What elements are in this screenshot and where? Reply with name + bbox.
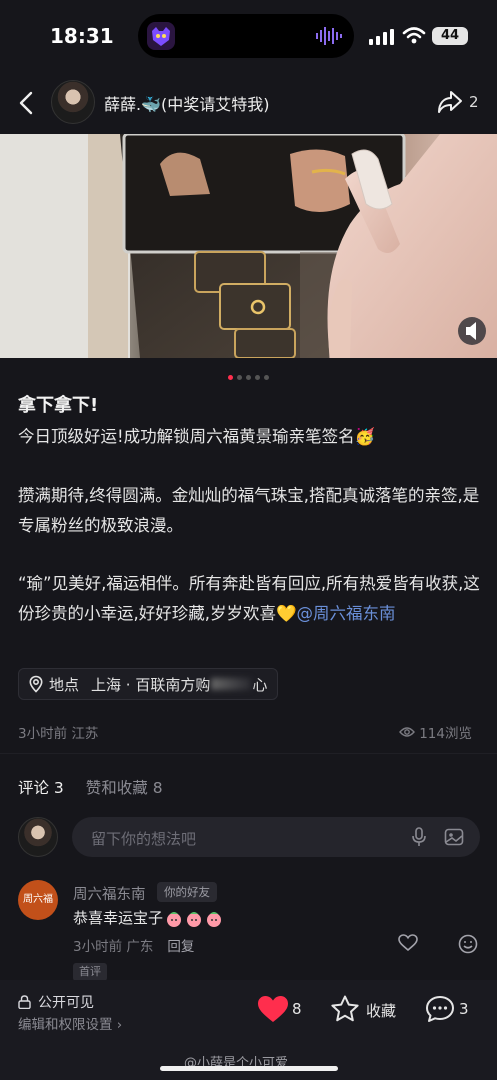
post-title: 拿下拿下! [18, 395, 99, 416]
now-playing-app-icon [147, 22, 175, 50]
back-arrow-icon[interactable] [16, 90, 38, 116]
comment-text: 恭喜幸运宝子 [73, 907, 223, 928]
like-count: 8 [292, 1000, 302, 1018]
tab-likes-favorites[interactable]: 赞和收藏 8 [86, 779, 163, 797]
comment-like-icon[interactable] [398, 934, 418, 952]
mention-link[interactable]: @周六福东南 [297, 604, 396, 623]
post-paragraph-3-text: “瑜”见美好,福运相伴。所有奔赴皆有回应,所有热爱皆有收获,这份珍贵的小幸运,好… [18, 574, 480, 623]
commenter-avatar[interactable]: 周六福 [18, 880, 58, 920]
comment-placeholder: 留下你的想法吧 [91, 830, 197, 848]
post-paragraph-3: “瑜”见美好,福运相伴。所有奔赴皆有回应,所有热爱皆有收获,这份珍贵的小幸运,好… [18, 569, 483, 629]
comment-meta: 3小时前 广东 回复 [73, 935, 194, 955]
carousel-dot[interactable] [255, 375, 260, 380]
author-avatar[interactable] [51, 80, 95, 124]
clock: 18:31 [50, 24, 114, 48]
post-image[interactable] [0, 134, 497, 358]
visibility-status[interactable]: 公开可见 [18, 992, 94, 1012]
post-paragraph-2: 攒满期待,终得圆满。金灿灿的福气珠宝,搭配真诚落笔的亲签,是专属粉丝的极致浪漫。 [18, 486, 480, 535]
divider [0, 753, 497, 754]
peach-emoji-icon [207, 911, 222, 927]
my-avatar [18, 817, 58, 857]
cellular-signal-icon [369, 29, 394, 45]
carousel-dot-active[interactable] [228, 375, 233, 380]
dynamic-island [138, 14, 354, 58]
location-name-end: 心 [252, 675, 268, 694]
favorite-star-icon[interactable] [330, 994, 360, 1024]
peach-emoji-icon [187, 911, 202, 927]
image-icon[interactable] [444, 827, 464, 847]
comment-time: 3小时前 广东 [73, 939, 154, 955]
view-count-text: 114浏览 [419, 726, 472, 742]
audio-wave-icon [316, 27, 342, 45]
comment-text-body: 恭喜幸运宝子 [73, 909, 164, 927]
battery-indicator: 44 [432, 27, 468, 45]
commenter-name[interactable]: 周六福东南 [73, 883, 146, 904]
post-paragraph-1: 今日顶级好运!成功解锁周六福黄景瑜亲笔签名🥳 [18, 427, 376, 446]
blurred-text [211, 678, 252, 690]
lock-icon [18, 995, 31, 1009]
share-icon[interactable] [436, 88, 464, 116]
carousel-indicator [0, 365, 497, 380]
location-label: 地点 [49, 675, 80, 694]
favorite-label: 收藏 [366, 1002, 397, 1020]
view-count: 114浏览 [399, 722, 472, 742]
carousel-dot[interactable] [246, 375, 251, 380]
carousel-dot[interactable] [264, 375, 269, 380]
like-heart-icon[interactable] [256, 994, 290, 1024]
comment-tabs: 评论 3 赞和收藏 8 [18, 776, 163, 798]
peach-emoji-icon [167, 911, 182, 927]
wifi-icon [402, 27, 426, 44]
friend-badge: 你的好友 [157, 882, 217, 902]
eye-icon [399, 727, 416, 737]
location-pin-icon [29, 675, 43, 693]
first-comment-tag: 首评 [73, 963, 107, 981]
author-name[interactable]: 薛薛.🐳(中奖请艾特我) [104, 91, 270, 115]
carousel-dot[interactable] [237, 375, 242, 380]
photo-illustration [0, 134, 497, 358]
home-indicator[interactable] [160, 1066, 338, 1071]
status-bar: 18:31 44 [0, 0, 497, 72]
comment-emoji-icon[interactable] [458, 934, 478, 954]
post-time-region: 3小时前 江苏 [18, 726, 99, 742]
microphone-icon[interactable] [410, 827, 428, 847]
permission-settings-link[interactable]: 编辑和权限设置 › [18, 1013, 122, 1033]
comment-bubble-icon[interactable] [424, 994, 456, 1024]
location-name: 上海 · 百联南方购 [91, 675, 211, 694]
comment-count: 3 [459, 1000, 469, 1018]
post-header: 薛薛.🐳(中奖请艾特我) 2 [0, 78, 497, 128]
reply-button[interactable]: 回复 [167, 939, 194, 955]
location-tag[interactable]: 地点 上海 · 百联南方购 心 [18, 668, 279, 700]
comment-input[interactable]: 留下你的想法吧 [72, 817, 480, 857]
tab-comments[interactable]: 评论 3 [18, 779, 64, 797]
visibility-label: 公开可见 [38, 995, 94, 1011]
share-count: 2 [469, 93, 479, 111]
